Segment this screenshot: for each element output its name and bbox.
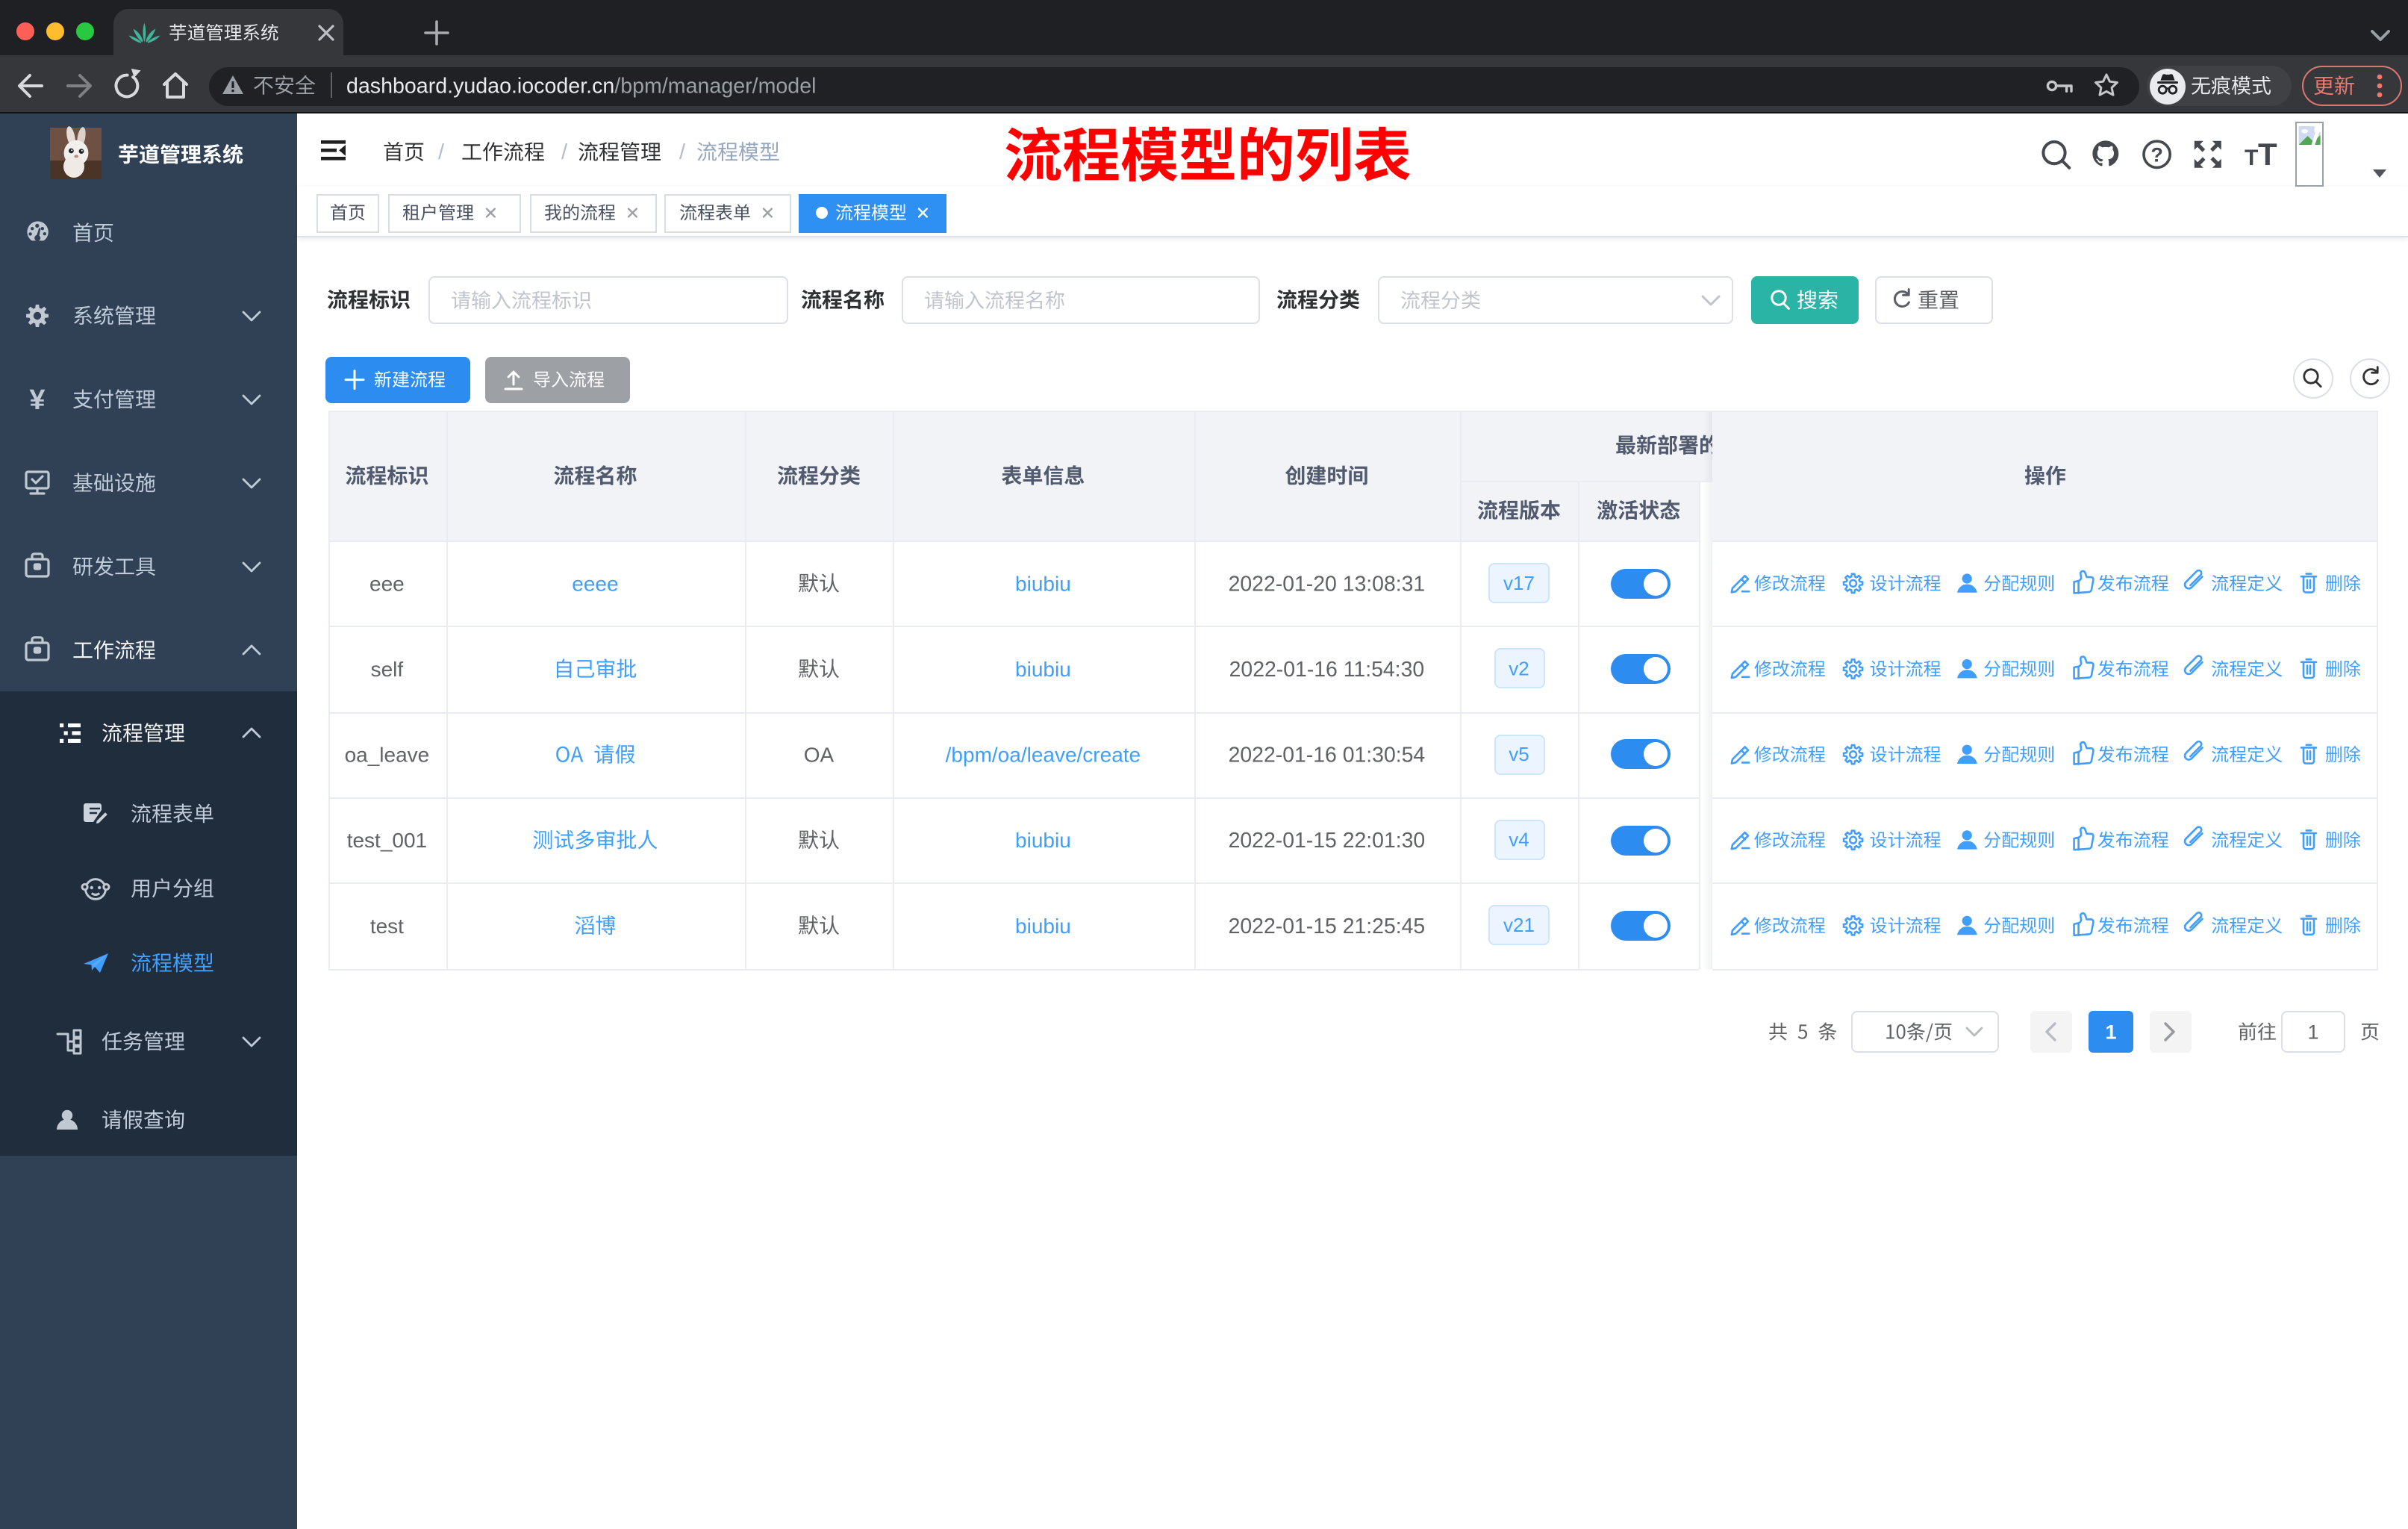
svg-text:eeee: eeee xyxy=(572,572,618,595)
svg-text:/: / xyxy=(679,140,686,164)
svg-text:?: ? xyxy=(2150,144,2163,166)
svg-text:2022-01-16 11:54:30: 2022-01-16 11:54:30 xyxy=(1229,658,1425,682)
svg-text:biubiu: biubiu xyxy=(1015,658,1071,681)
svg-text:T: T xyxy=(2258,137,2277,172)
svg-text:2022-01-16 01:30:54: 2022-01-16 01:30:54 xyxy=(1229,744,1426,767)
svg-text:self: self xyxy=(371,658,404,681)
svg-text:test: test xyxy=(370,915,404,938)
svg-text:OA: OA xyxy=(804,744,835,767)
svg-text:1: 1 xyxy=(2307,1021,2318,1044)
svg-text:v4: v4 xyxy=(1509,829,1529,851)
svg-text:1: 1 xyxy=(2105,1021,2116,1044)
svg-text:eee: eee xyxy=(369,572,405,595)
svg-text:dashboard.yudao.iocoder.cn/bpm: dashboard.yudao.iocoder.cn/bpm/manager/m… xyxy=(346,75,816,99)
svg-text:v2: v2 xyxy=(1509,657,1529,679)
svg-text:/bpm/oa/leave/create: /bpm/oa/leave/create xyxy=(946,744,1141,767)
svg-text:/: / xyxy=(561,140,568,164)
svg-text:2022-01-15 21:25:45: 2022-01-15 21:25:45 xyxy=(1229,915,1426,938)
svg-text:test_001: test_001 xyxy=(347,829,427,852)
svg-text:v5: v5 xyxy=(1509,743,1529,765)
svg-text:biubiu: biubiu xyxy=(1015,829,1071,852)
svg-text:2022-01-15 22:01:30: 2022-01-15 22:01:30 xyxy=(1229,829,1426,853)
svg-text:v21: v21 xyxy=(1503,914,1535,936)
svg-text:biubiu: biubiu xyxy=(1015,572,1071,595)
svg-text:T: T xyxy=(2245,146,2258,170)
svg-text:biubiu: biubiu xyxy=(1015,915,1071,938)
svg-text:v17: v17 xyxy=(1503,572,1535,594)
svg-text:oa_leave: oa_leave xyxy=(345,744,430,767)
svg-text:¥: ¥ xyxy=(29,384,45,416)
svg-text:2022-01-20 13:08:31: 2022-01-20 13:08:31 xyxy=(1229,572,1426,596)
svg-text:/: / xyxy=(438,140,445,164)
